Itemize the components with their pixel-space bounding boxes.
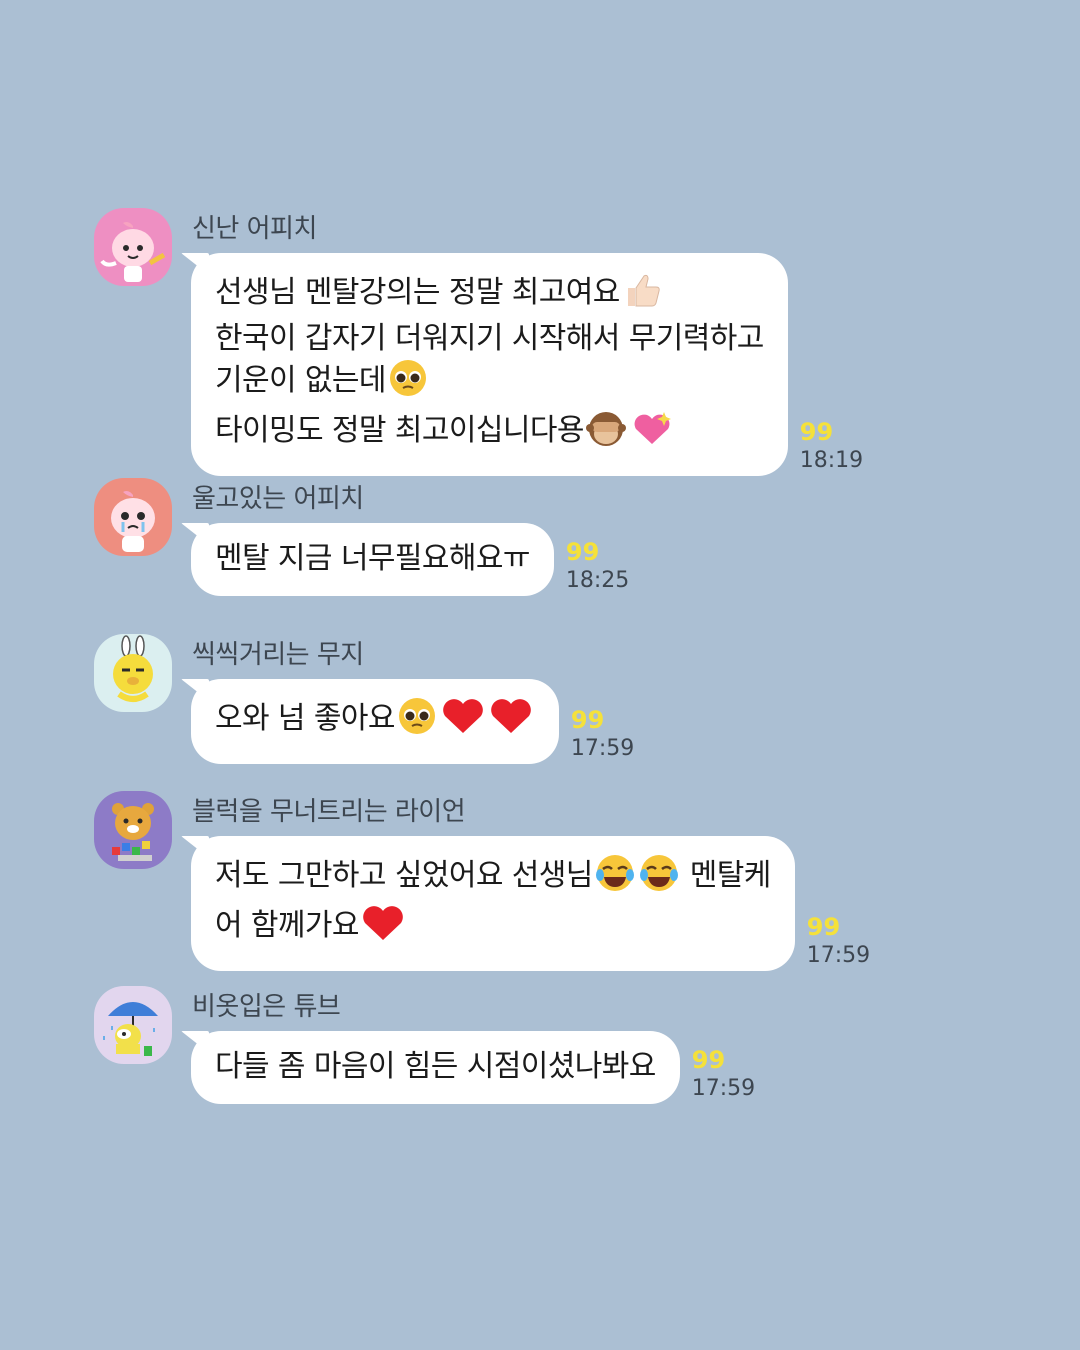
message-bubble[interactable]: 저도 그만하고 싶었어요 선생님 멘탈케 어 함께가요: [191, 836, 795, 971]
apeach-happy-avatar-icon[interactable]: [94, 208, 172, 286]
tube-umbrella-avatar-icon[interactable]: [94, 986, 172, 1064]
chat-room[interactable]: 신난 어피치 선생님 멘탈강의는 정말 최고여요 한국이 갑자기 더워지기 시작…: [0, 0, 1080, 1350]
sparkling-heart-icon: [630, 408, 674, 458]
sender-name: 씩씩거리는 무지: [192, 640, 364, 670]
pleading-face-icon: [388, 358, 428, 408]
unread-count: 99: [799, 418, 834, 446]
message-text: 어 함께가요: [215, 908, 360, 943]
unread-count: 99: [691, 1046, 726, 1074]
ryan-avatar-icon[interactable]: [94, 791, 172, 869]
message-time: 18:19: [799, 448, 864, 473]
message-text: 선생님 멘탈강의는 정말 최고여요: [215, 275, 620, 310]
message-text: 기운이 없는데: [215, 363, 387, 398]
thumbs-up-icon: [622, 270, 662, 320]
tears-of-joy-icon: [595, 853, 635, 903]
message-meta: 99 18:19: [800, 418, 863, 476]
sender-name: 블럭을 무너트리는 라이언: [192, 797, 466, 827]
message-bubble[interactable]: 멘탈 지금 너무필요해요ㅠ: [191, 523, 554, 596]
message-text: 다들 좀 마음이 힘든 시점이셨나봐요: [215, 1049, 656, 1084]
unread-count: 99: [570, 706, 605, 734]
tears-of-joy-icon: [639, 853, 679, 903]
unread-count: 99: [565, 538, 600, 566]
see-no-evil-monkey-icon: [585, 408, 626, 458]
sender-name: 신난 어피치: [192, 214, 317, 244]
message-time: 17:59: [570, 736, 635, 761]
message-text: 저도 그만하고 싶었어요 선생님: [215, 858, 593, 893]
message-time: 17:59: [691, 1076, 756, 1101]
message-time: 18:25: [565, 568, 630, 593]
message-meta: 99 17:59: [807, 913, 870, 971]
message-text: 멘탈 지금 너무필요해요ㅠ: [215, 541, 530, 576]
pleading-face-icon: [397, 696, 437, 746]
red-heart-icon: [441, 696, 485, 746]
apeach-crying-avatar-icon[interactable]: [94, 478, 172, 556]
red-heart-icon: [489, 696, 533, 746]
message-meta: 99 18:25: [566, 538, 629, 596]
message-text: 멘탈케: [689, 858, 772, 893]
message-time: 17:59: [806, 943, 871, 968]
sender-name: 비옷입은 튜브: [192, 992, 341, 1022]
sender-name: 울고있는 어피치: [192, 484, 364, 514]
message-bubble[interactable]: 다들 좀 마음이 힘든 시점이셨나봐요: [191, 1031, 680, 1104]
red-heart-icon: [361, 903, 405, 953]
message-bubble[interactable]: 오와 넘 좋아요: [191, 679, 559, 764]
message-text: 타이밍도 정말 최고이십니다용: [215, 413, 584, 448]
message-meta: 99 17:59: [571, 706, 634, 764]
muzi-avatar-icon[interactable]: [94, 634, 172, 712]
message-meta: 99 17:59: [692, 1046, 755, 1104]
message-bubble[interactable]: 선생님 멘탈강의는 정말 최고여요 한국이 갑자기 더워지기 시작해서 무기력하…: [191, 253, 788, 476]
message-text: 오와 넘 좋아요: [215, 701, 395, 736]
unread-count: 99: [806, 913, 841, 941]
message-text: 한국이 갑자기 더워지기 시작해서 무기력하고: [215, 321, 764, 356]
